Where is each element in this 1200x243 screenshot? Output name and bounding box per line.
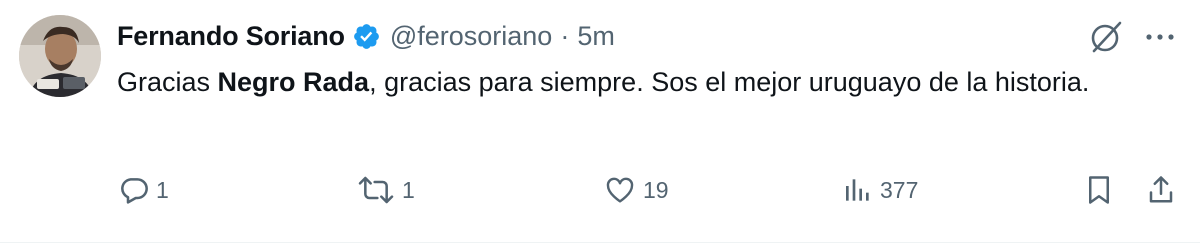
retweet-button[interactable]: 1: [356, 168, 415, 212]
retweet-icon: [356, 174, 396, 206]
verified-badge-icon: [352, 22, 381, 51]
like-button[interactable]: 19: [603, 168, 669, 212]
reply-icon: [118, 174, 150, 206]
more-icon[interactable]: [1143, 24, 1177, 50]
tweet-text-part1: Gracias: [117, 67, 218, 97]
views-count: 377: [880, 176, 919, 203]
share-button[interactable]: [1146, 168, 1176, 212]
tweet-header: Fernando Soriano @ferosoriano · 5m: [117, 16, 615, 56]
bookmark-button[interactable]: [1084, 168, 1114, 212]
tweet-text-part2: , gracias para siempre. Sos el mejor uru…: [369, 67, 1090, 97]
share-icon: [1146, 173, 1176, 207]
avatar[interactable]: [19, 15, 101, 97]
reply-button[interactable]: 1: [118, 168, 169, 212]
reply-count: 1: [156, 176, 169, 203]
tweet-card[interactable]: Fernando Soriano @ferosoriano · 5m Graci…: [0, 0, 1200, 236]
views-button[interactable]: 377: [842, 168, 918, 212]
like-count: 19: [643, 176, 669, 203]
separator-dot: ·: [560, 20, 570, 51]
timestamp[interactable]: 5m: [577, 21, 615, 52]
tweet-text: Gracias Negro Rada, gracias para siempre…: [117, 62, 1157, 102]
author-name[interactable]: Fernando Soriano: [117, 21, 345, 52]
retweet-count: 1: [402, 176, 415, 203]
analytics-icon: [842, 174, 874, 206]
heart-icon: [603, 174, 637, 206]
tweet-text-bold: Negro Rada: [217, 67, 370, 97]
grok-icon[interactable]: [1088, 19, 1124, 55]
action-bar: 1 1 19 377: [0, 168, 1200, 212]
author-handle[interactable]: @ferosoriano: [390, 21, 553, 52]
bookmark-icon: [1084, 173, 1114, 207]
